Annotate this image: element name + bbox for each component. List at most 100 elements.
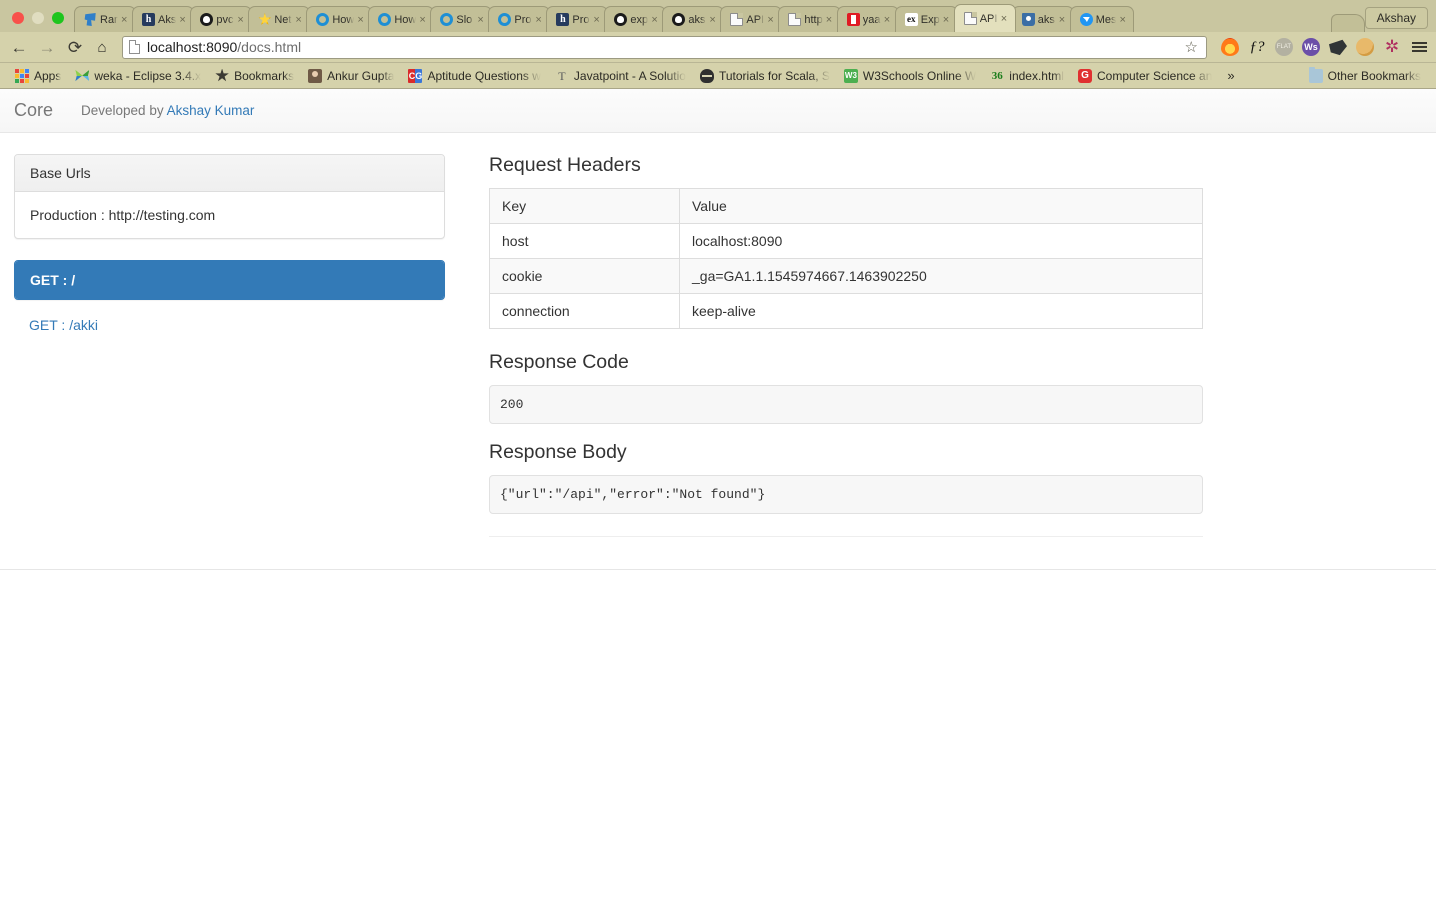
browser-tab[interactable]: aks × — [662, 6, 725, 32]
github-icon — [614, 13, 628, 26]
document-icon — [788, 13, 802, 26]
asterisk-icon[interactable]: ✲ — [1383, 38, 1401, 56]
forward-button[interactable]: → — [36, 39, 58, 56]
base-urls-body: Production : http://testing.com — [15, 192, 444, 238]
bookmark-item[interactable]: T Javatpoint - A Solutio — [548, 67, 693, 85]
bookmarks-overflow-icon[interactable]: » — [1219, 68, 1242, 83]
site-brand[interactable]: Core — [14, 100, 53, 121]
tab-close-icon[interactable]: × — [419, 14, 428, 26]
window-controls — [6, 12, 74, 32]
bookmark-item[interactable]: weka - Eclipse 3.4.x — [68, 67, 208, 85]
bookmark-item[interactable]: Apps — [8, 67, 68, 85]
browser-tab[interactable]: exp × — [604, 6, 667, 32]
ring-icon — [378, 13, 392, 26]
developer-link[interactable]: Akshay Kumar — [167, 103, 255, 118]
tab-title: Slo — [456, 13, 473, 26]
browser-tab[interactable]: How × — [306, 6, 373, 32]
profile-button[interactable]: Akshay — [1364, 7, 1428, 29]
browser-tab[interactable]: Slo × — [430, 6, 493, 32]
person-icon — [308, 68, 323, 83]
function-question-icon[interactable]: ƒ? — [1248, 38, 1266, 56]
bookmarks-bar: Apps weka - Eclipse 3.4.x Bookmarks Ankur G… — [0, 63, 1436, 89]
developer-byline: Developed by Akshay Kumar — [81, 103, 255, 118]
tab-close-icon[interactable]: × — [237, 14, 246, 26]
address-bar[interactable]: localhost:8090/docs.html ☆ — [122, 35, 1207, 59]
back-button[interactable]: ← — [8, 39, 30, 56]
tab-title: http — [804, 13, 823, 26]
tab-close-icon[interactable]: × — [535, 14, 544, 26]
browser-tab[interactable]: How × — [368, 6, 435, 32]
bookmark-item[interactable]: Ankur Gupta — [301, 67, 401, 85]
bookmark-item[interactable]: Bookmarks — [208, 67, 301, 85]
tab-close-icon[interactable]: × — [121, 14, 130, 26]
cookie-icon[interactable] — [1356, 38, 1374, 56]
new-tab-button[interactable] — [1330, 14, 1365, 32]
w3schools-icon: W3 — [843, 68, 858, 83]
tab-close-icon[interactable]: × — [179, 14, 188, 26]
browser-tab[interactable]: Mes × — [1069, 6, 1135, 32]
bookmark-item[interactable]: CG Aptitude Questions w — [401, 67, 547, 85]
hamburger-menu-icon[interactable] — [1410, 38, 1428, 56]
bookmark-label: index.html — [1009, 68, 1064, 83]
ws-badge-icon[interactable]: Ws — [1302, 38, 1320, 56]
bookmark-item[interactable]: G Computer Science an — [1071, 67, 1219, 85]
close-window-button[interactable] — [12, 12, 24, 24]
tab-close-icon[interactable]: × — [651, 14, 660, 26]
tab-close-icon[interactable]: × — [826, 14, 835, 26]
browser-tab[interactable]: pvc × — [190, 6, 253, 32]
bookmark-item[interactable]: 36 index.html — [983, 67, 1071, 85]
document-icon — [730, 13, 744, 26]
other-bookmarks-folder[interactable]: Other Bookmarks — [1302, 66, 1428, 85]
browser-tab[interactable]: Net × — [248, 6, 311, 32]
tab-close-icon[interactable]: × — [709, 14, 718, 26]
route-item-root[interactable]: GET : / — [15, 261, 444, 299]
reload-button[interactable]: ⟳ — [64, 39, 86, 56]
browser-tab[interactable]: Rar × — [74, 6, 136, 32]
bucket-icon — [1021, 13, 1035, 26]
tab-close-icon[interactable]: × — [1119, 14, 1128, 26]
page-content: Base Urls Production : http://testing.co… — [0, 133, 1436, 537]
tab-close-icon[interactable]: × — [295, 14, 304, 26]
bookmark-item[interactable]: Tutorials for Scala, S — [693, 67, 837, 85]
tab-close-icon[interactable]: × — [1001, 13, 1010, 25]
tab-title: exp — [630, 13, 649, 26]
tab-title: Pro — [514, 13, 532, 26]
star-icon — [215, 68, 229, 82]
browser-tab[interactable]: h Pro × — [546, 6, 609, 32]
extension-icons: ƒ? FLAT Ws ✲ — [1217, 38, 1428, 56]
maximize-window-button[interactable] — [52, 12, 64, 24]
column-header-value: Value — [679, 188, 1203, 224]
route-item-akki[interactable]: GET : /akki — [14, 312, 445, 338]
messenger-icon — [1079, 13, 1093, 26]
tab-close-icon[interactable]: × — [1059, 14, 1068, 26]
browser-tab[interactable]: Pro × — [488, 6, 551, 32]
tab-close-icon[interactable]: × — [593, 14, 602, 26]
bookmark-star-icon[interactable]: ☆ — [1185, 38, 1200, 56]
bookmark-item[interactable]: W3 W3Schools Online W — [837, 67, 983, 85]
document-icon — [963, 12, 977, 25]
browser-tab[interactable]: http × — [778, 6, 841, 32]
browser-tab[interactable]: API × — [720, 6, 783, 32]
home-icon[interactable]: ⌂ — [92, 39, 112, 56]
tab-close-icon[interactable]: × — [943, 14, 952, 26]
tab-title: Mes — [1095, 13, 1117, 26]
request-headers-title: Request Headers — [489, 154, 641, 176]
dark-shape-icon[interactable] — [1329, 39, 1347, 56]
minimize-window-button[interactable] — [32, 12, 44, 24]
tab-close-icon[interactable]: × — [767, 14, 776, 26]
browser-tab[interactable]: yaa × — [836, 6, 899, 32]
flame-icon[interactable] — [1221, 38, 1239, 56]
tab-close-icon[interactable]: × — [884, 14, 893, 26]
browser-tab[interactable]: API × — [953, 4, 1016, 32]
base-urls-panel: Base Urls Production : http://testing.co… — [14, 154, 445, 239]
tab-title: Aks — [158, 13, 177, 26]
tab-close-icon[interactable]: × — [477, 14, 486, 26]
browser-tab[interactable]: aks × — [1011, 6, 1074, 32]
ring-icon — [498, 13, 512, 26]
tab-close-icon[interactable]: × — [357, 14, 366, 26]
route-panel-active[interactable]: GET : / — [14, 260, 445, 300]
browser-tab[interactable]: h Aks × — [132, 6, 195, 32]
browser-tab[interactable]: ex Exp × — [894, 6, 958, 32]
flat-badge-icon[interactable]: FLAT — [1275, 38, 1293, 56]
scala-icon — [699, 68, 714, 83]
